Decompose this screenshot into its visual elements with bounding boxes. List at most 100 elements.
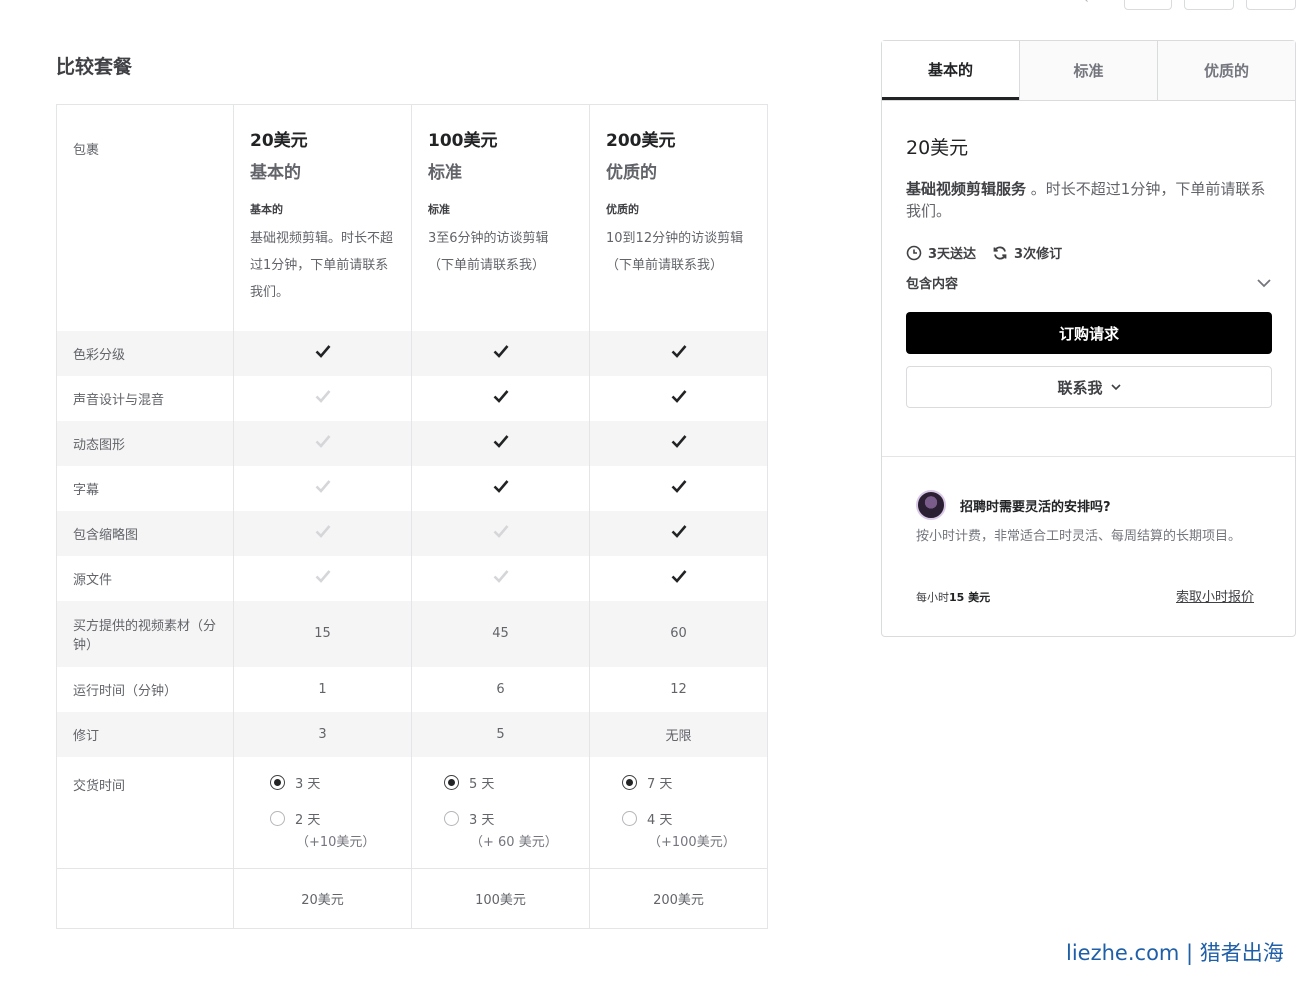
row-label: 声音设计与混音	[56, 375, 234, 421]
table-row: 源文件	[56, 555, 768, 601]
table-row: 声音设计与混音	[56, 375, 768, 421]
totals-row: 20美元 100美元 200美元	[56, 868, 768, 929]
check-icon	[671, 479, 687, 493]
delivery-option-label: 5 天	[469, 777, 495, 792]
check-icon	[493, 344, 509, 358]
delivery-option[interactable]: 3 天	[444, 809, 589, 829]
package-price: 100美元	[428, 131, 498, 151]
delivery-time-row: 交货时间 3 天 2 天 （+10美元） 5 天 3 天 （+ 60 美元） 7 天 4 天 （+…	[56, 756, 768, 869]
tab-basic[interactable]: 基本的	[882, 41, 1019, 100]
check-icon	[671, 524, 687, 538]
delivery-option[interactable]: 4 天	[622, 809, 767, 829]
package-header-row: 包裹 20美元 基本的 基本的 基础视频剪辑。时长不超过1分钟，下单前请联系我们…	[56, 104, 768, 331]
top-toolbar: ⌒ ‹	[0, 0, 1311, 10]
cell-value: 15	[233, 600, 412, 667]
delivery-option-label: 3 天	[469, 813, 495, 828]
total-price: 20美元	[233, 868, 412, 929]
order-request-button[interactable]: 订购请求	[906, 312, 1272, 354]
hourly-hire-description: 按小时计费，非常适合工时灵活、每周结算的长期项目。	[916, 529, 1242, 544]
package-name: 标准	[428, 163, 462, 183]
table-row: 色彩分级	[56, 330, 768, 376]
included-toggle[interactable]: 包含内容	[906, 273, 1272, 292]
check-icon	[315, 344, 331, 358]
row-label: 修订	[56, 711, 234, 757]
package-short-name: 基本的	[250, 203, 283, 216]
cell-value: 60	[589, 600, 768, 667]
chevron-down-icon	[1110, 383, 1121, 390]
check-icon	[671, 389, 687, 403]
row-label: 包裹	[56, 104, 234, 331]
radio-button[interactable]	[622, 811, 637, 826]
refresh-icon	[993, 245, 1007, 260]
row-label: 动态图形	[56, 420, 234, 466]
delivery-meta: 3天送达 3次修订	[906, 243, 1078, 262]
radio-button[interactable]	[270, 775, 285, 790]
tab-premium[interactable]: 优质的	[1157, 41, 1295, 100]
toolbar-button[interactable]	[1184, 0, 1234, 10]
row-label: 交货时间	[56, 756, 234, 869]
delivery-option[interactable]: 2 天	[270, 809, 411, 829]
package-description: 10到12分钟的访谈剪辑（下单前请联系我）	[606, 231, 744, 273]
check-disabled-icon	[315, 479, 331, 493]
hourly-rate-value: 15 美元	[949, 591, 991, 604]
delivery-option[interactable]: 3 天	[270, 773, 411, 793]
check-icon	[671, 344, 687, 358]
radio-button[interactable]	[270, 811, 285, 826]
package-short-name: 优质的	[606, 203, 639, 216]
hourly-hire-title: 招聘时需要灵活的安排吗?	[960, 500, 1111, 515]
page-title: 比较套餐	[56, 56, 133, 78]
table-row: 修订 3 5 无限	[56, 711, 768, 757]
row-label: 色彩分级	[56, 330, 234, 376]
chevron-down-icon	[1257, 278, 1271, 287]
radio-button[interactable]	[622, 775, 637, 790]
check-icon	[493, 434, 509, 448]
toolbar-button[interactable]	[1246, 0, 1296, 10]
row-label: 运行时间（分钟）	[56, 666, 234, 712]
delivery-option[interactable]: 7 天	[622, 773, 767, 793]
row-label: 源文件	[56, 555, 234, 601]
cell-value: 3	[233, 711, 412, 757]
row-label: 包含缩略图	[56, 510, 234, 556]
row-label: 买方提供的视频素材（分钟）	[56, 600, 234, 667]
package-price: 200美元	[606, 131, 676, 151]
package-description: 基础视频剪辑。时长不超过1分钟，下单前请联系我们。	[250, 231, 394, 300]
card-description-title: 基础视频剪辑服务	[906, 180, 1027, 198]
order-card: 基本的 标准 优质的 20美元 基础视频剪辑服务 。时长不超过1分钟，下单前请联…	[881, 40, 1296, 637]
check-icon	[671, 434, 687, 448]
clock-icon	[906, 245, 922, 260]
check-disabled-icon	[315, 569, 331, 583]
check-disabled-icon	[493, 569, 509, 583]
delivery-option[interactable]: 5 天	[444, 773, 589, 793]
table-row: 买方提供的视频素材（分钟） 15 45 60	[56, 600, 768, 667]
cell-value: 5	[411, 711, 590, 757]
package-column-basic: 20美元 基本的 基本的 基础视频剪辑。时长不超过1分钟，下单前请联系我们。	[233, 104, 412, 331]
heart-icon[interactable]: ⌒ ‹	[1068, 0, 1104, 8]
cell-value: 45	[411, 600, 590, 667]
contact-me-button[interactable]: 联系我	[906, 366, 1272, 408]
package-description: 3至6分钟的访谈剪辑（下单前请联系我）	[428, 231, 549, 273]
delivery-days: 3天送达	[928, 247, 977, 262]
hourly-quote-link[interactable]: 索取小时报价	[1176, 586, 1254, 605]
radio-button[interactable]	[444, 775, 459, 790]
package-short-name: 标准	[428, 203, 450, 216]
included-label: 包含内容	[906, 277, 959, 292]
card-price: 20美元	[906, 137, 969, 159]
card-description: 基础视频剪辑服务 。时长不超过1分钟，下单前请联系我们。	[906, 178, 1276, 222]
check-disabled-icon	[493, 524, 509, 538]
toolbar-button[interactable]	[1124, 0, 1172, 10]
cell-value: 6	[411, 666, 590, 712]
package-column-premium: 200美元 优质的 优质的 10到12分钟的访谈剪辑（下单前请联系我）	[589, 104, 768, 331]
check-disabled-icon	[315, 524, 331, 538]
delivery-option-label: 2 天	[295, 813, 321, 828]
table-row: 字幕	[56, 465, 768, 511]
radio-button[interactable]	[444, 811, 459, 826]
table-row: 动态图形	[56, 420, 768, 466]
total-price: 200美元	[589, 868, 768, 929]
check-icon	[671, 569, 687, 583]
cell-value: 1	[233, 666, 412, 712]
check-icon	[493, 389, 509, 403]
tab-standard[interactable]: 标准	[1019, 41, 1157, 100]
delivery-option-label: 4 天	[647, 813, 673, 828]
check-disabled-icon	[315, 389, 331, 403]
hourly-rate: 每小时15 美元	[916, 589, 990, 605]
